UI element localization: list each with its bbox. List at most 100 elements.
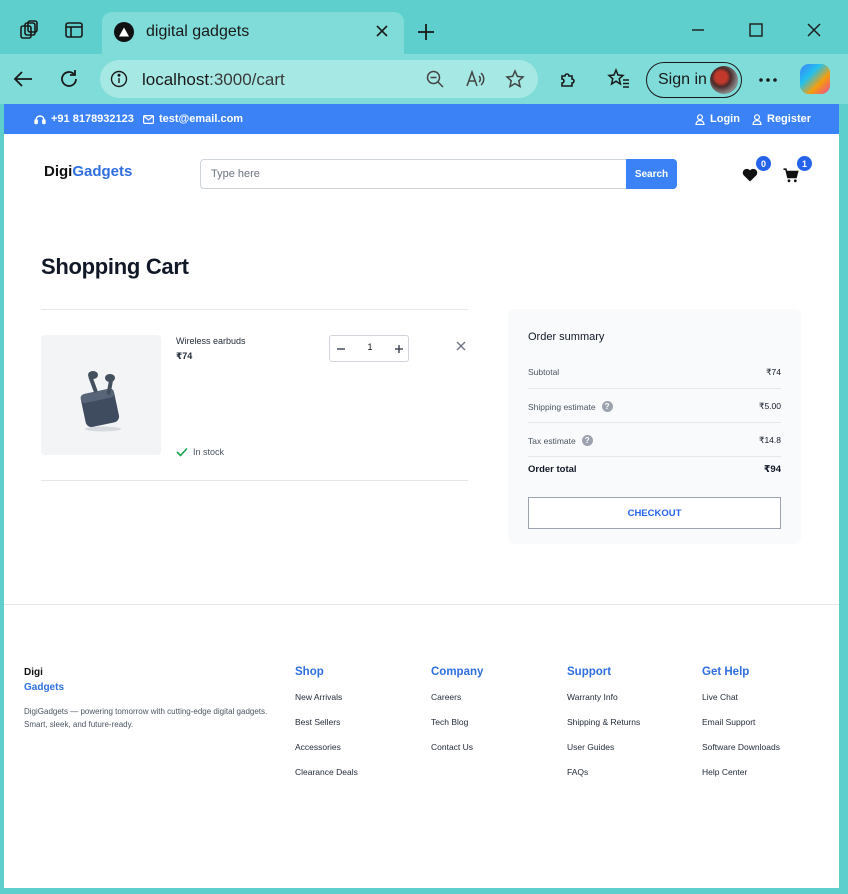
footer-column-shop: Shop New Arrivals Best Sellers Accessori… — [295, 666, 358, 791]
footer-link[interactable]: Help Center — [702, 766, 780, 791]
user-icon — [695, 113, 705, 125]
extensions-icon[interactable] — [556, 66, 582, 92]
workspaces-icon[interactable] — [17, 18, 41, 42]
check-icon — [176, 447, 188, 457]
subtotal-row: Subtotal ₹74 — [528, 355, 781, 389]
maximize-button[interactable] — [744, 18, 768, 42]
plus-icon — [395, 344, 403, 353]
order-total-row: Order total ₹94 — [528, 464, 781, 475]
tax-row: Tax estimate? ₹14.8 — [528, 423, 781, 457]
help-icon[interactable]: ? — [601, 401, 613, 412]
copilot-icon[interactable] — [800, 64, 830, 94]
profile-avatar — [710, 66, 738, 94]
subtotal-value: ₹74 — [766, 367, 781, 377]
back-icon[interactable] — [10, 66, 36, 92]
minus-icon — [337, 347, 345, 350]
heart-icon — [742, 168, 758, 182]
footer-link[interactable]: Warranty Info — [567, 691, 640, 716]
footer-heading: Support — [567, 666, 612, 678]
tax-value: ₹14.8 — [759, 435, 781, 445]
stock-label: In stock — [193, 447, 225, 457]
decrease-quantity-button[interactable] — [330, 336, 352, 361]
page-title: Shopping Cart — [41, 254, 189, 279]
site-logo[interactable]: DigiGadgets — [44, 163, 132, 180]
checkout-button[interactable]: CHECKOUT — [528, 497, 781, 529]
page-viewport: +91 8178932123 test@email.com Login Regi… — [4, 104, 839, 888]
phone-contact[interactable]: +91 8178932123 — [34, 113, 134, 125]
footer-description: DigiGadgets — powering tomorrow with cut… — [24, 707, 268, 729]
mail-icon — [143, 114, 154, 124]
footer-link[interactable]: Software Downloads — [702, 741, 780, 766]
footer-link[interactable]: Tech Blog — [431, 716, 483, 741]
footer-column-company: Company Careers Tech Blog Contact Us — [431, 666, 483, 766]
footer-heading: Get Help — [702, 666, 750, 678]
footer-link[interactable]: Best Sellers — [295, 716, 358, 741]
new-tab-button[interactable] — [414, 20, 438, 44]
footer-link[interactable]: Contact Us — [431, 741, 483, 766]
quantity-stepper: 1 — [329, 335, 409, 362]
subtotal-label: Subtotal — [528, 367, 560, 377]
search-button[interactable]: Search — [626, 159, 677, 189]
zoom-out-icon[interactable] — [424, 68, 446, 90]
url-text: localhost:3000/cart — [142, 70, 285, 89]
stock-status: In stock — [176, 447, 224, 457]
shipping-value: ₹5.00 — [759, 401, 781, 411]
browser-tab-bar: digital gadgets — [0, 0, 848, 54]
site-info-icon[interactable] — [108, 68, 130, 90]
footer-link[interactable]: User Guides — [567, 741, 640, 766]
shipping-label: Shipping estimate — [528, 401, 596, 412]
refresh-icon[interactable] — [56, 66, 82, 92]
active-tab[interactable]: digital gadgets — [102, 12, 404, 54]
increase-quantity-button[interactable] — [388, 336, 410, 361]
order-total-label: Order total — [528, 464, 577, 475]
search-input[interactable] — [200, 159, 627, 189]
login-label: Login — [710, 113, 740, 125]
quantity-value[interactable]: 1 — [352, 342, 388, 352]
favorites-icon[interactable] — [606, 66, 632, 92]
read-aloud-icon[interactable] — [464, 68, 486, 90]
email-address: test@email.com — [159, 113, 244, 125]
product-price: ₹74 — [176, 351, 193, 361]
footer-link[interactable]: Clearance Deals — [295, 766, 358, 791]
order-total-value: ₹94 — [763, 464, 781, 475]
earbuds-image — [80, 371, 121, 432]
footer-link[interactable]: Accessories — [295, 741, 358, 766]
browser-toolbar: localhost:3000/cart Sign in — [0, 54, 848, 104]
sign-in-label: Sign in — [658, 71, 707, 88]
close-tab-icon[interactable] — [372, 21, 392, 41]
shipping-row: Shipping estimate? ₹5.00 — [528, 389, 781, 423]
footer-link[interactable]: FAQs — [567, 766, 640, 791]
wishlist-button[interactable] — [741, 166, 759, 184]
favorite-star-icon[interactable] — [504, 68, 526, 90]
email-contact[interactable]: test@email.com — [143, 113, 243, 125]
footer-logo-bottom: Gadgets — [24, 682, 65, 693]
cart-item-list: Wireless earbuds ₹74 1 In stock — [41, 309, 468, 481]
close-window-button[interactable] — [802, 18, 826, 42]
cart-button[interactable] — [782, 166, 800, 184]
footer-column-get-help: Get Help Live Chat Email Support Softwar… — [702, 666, 780, 791]
footer-heading: Company — [431, 666, 484, 678]
tax-label: Tax estimate — [528, 435, 576, 446]
help-icon[interactable]: ? — [581, 435, 593, 446]
wishlist-count-badge: 0 — [756, 156, 771, 171]
product-name[interactable]: Wireless earbuds — [176, 336, 246, 346]
footer-link[interactable]: Shipping & Returns — [567, 716, 640, 741]
sign-in-button[interactable]: Sign in — [646, 62, 742, 98]
address-bar[interactable]: localhost:3000/cart — [100, 60, 538, 98]
tab-actions-icon[interactable] — [62, 18, 86, 42]
login-link[interactable]: Login — [695, 113, 740, 125]
footer-link[interactable]: Careers — [431, 691, 483, 716]
headset-icon — [34, 114, 46, 124]
more-options-icon[interactable] — [756, 68, 780, 92]
register-link[interactable]: Register — [752, 113, 811, 125]
footer-link[interactable]: Email Support — [702, 716, 780, 741]
cart-icon — [783, 167, 799, 182]
minimize-button[interactable] — [686, 18, 710, 42]
site-favicon-icon — [114, 22, 134, 42]
order-summary-title: Order summary — [528, 331, 605, 343]
footer-link[interactable]: Live Chat — [702, 691, 780, 716]
remove-item-button[interactable] — [455, 340, 467, 352]
footer-link[interactable]: New Arrivals — [295, 691, 358, 716]
user-icon — [752, 113, 762, 125]
product-image[interactable] — [41, 335, 161, 455]
